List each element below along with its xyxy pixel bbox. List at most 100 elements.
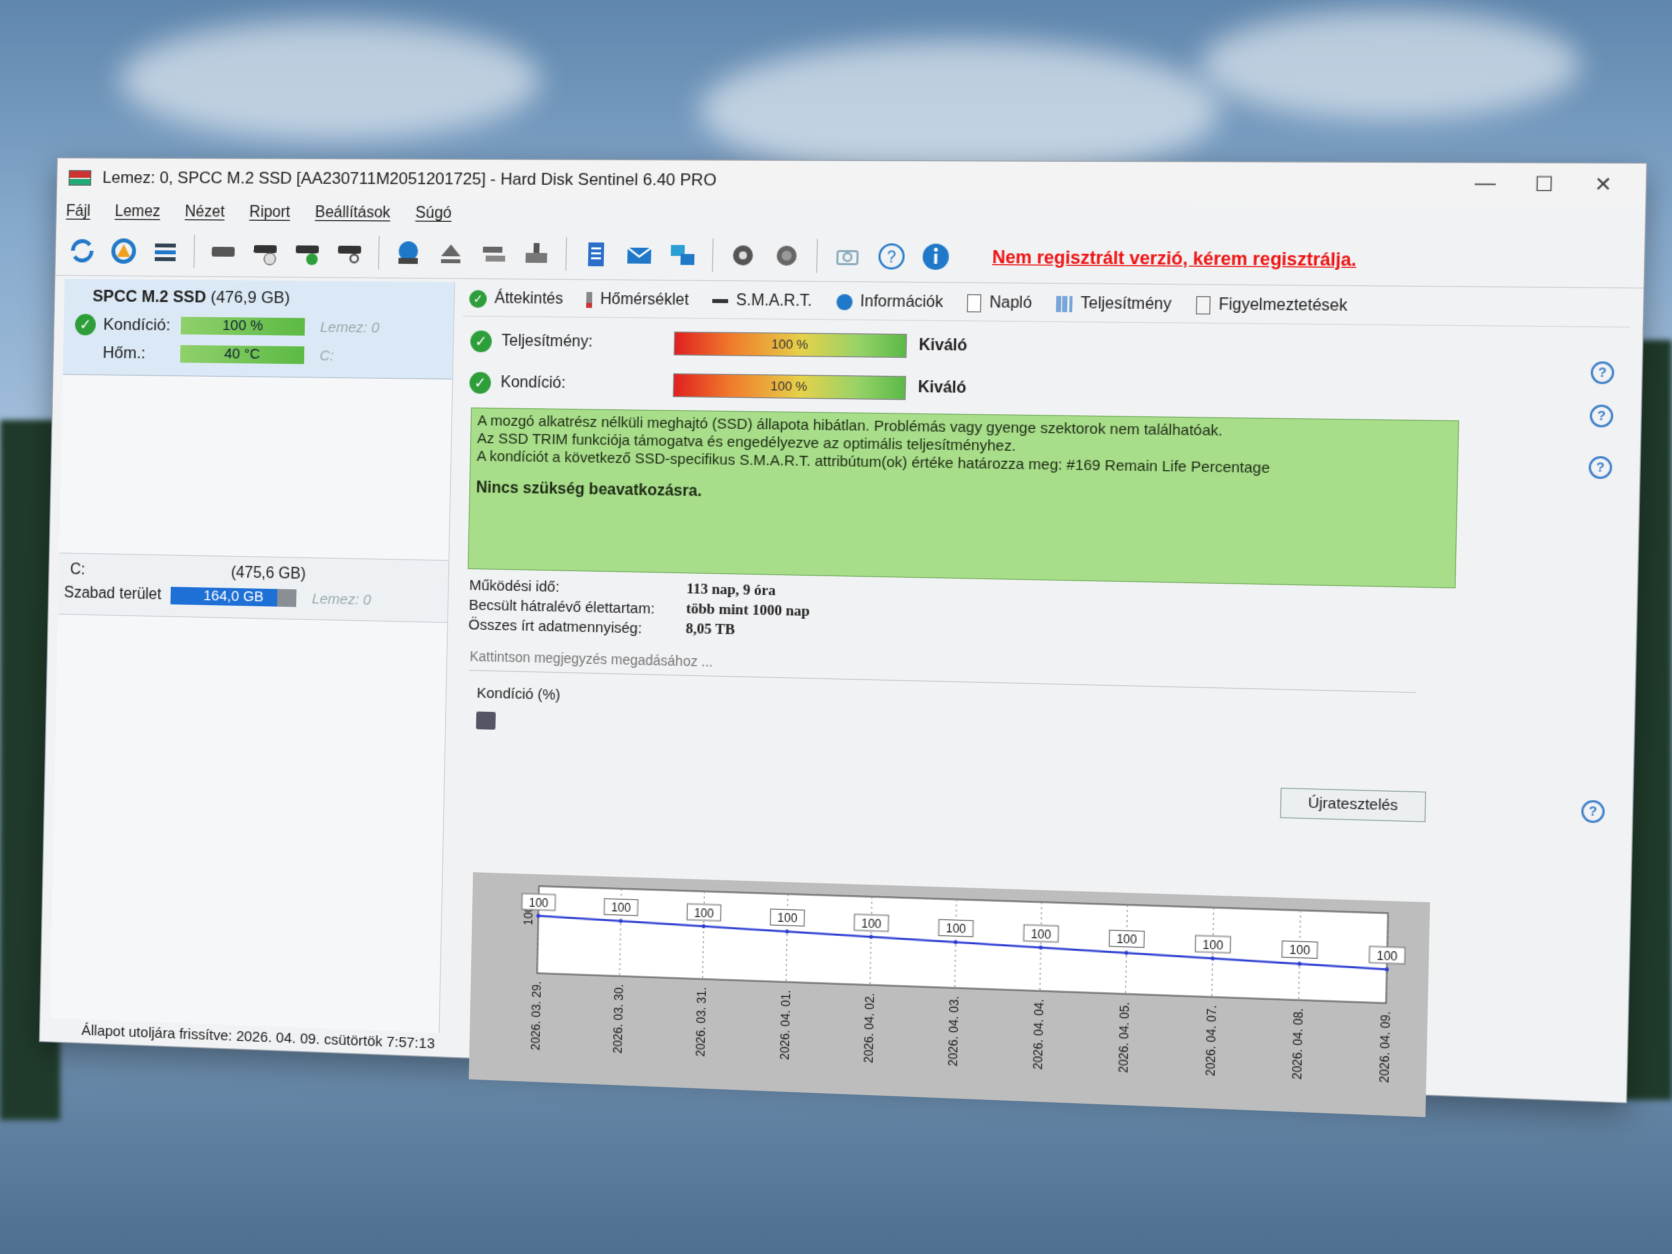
check-icon: ✓ bbox=[469, 371, 492, 394]
app-window: Lemez: 0, SPCC M.2 SSD [AA230711M2051201… bbox=[38, 157, 1648, 1118]
chart-data-label: 100 bbox=[1289, 943, 1310, 958]
menu-view[interactable]: Nézet bbox=[185, 204, 225, 222]
partition-disk-label: Lemez: 0 bbox=[311, 590, 372, 609]
svg-text:?: ? bbox=[887, 249, 897, 266]
disk-search-icon[interactable] bbox=[332, 235, 367, 271]
disk-stack-icon[interactable] bbox=[476, 236, 512, 272]
chart-x-tick-label: 2026. 04. 01. bbox=[777, 990, 793, 1060]
condition-label: Kondíció: bbox=[103, 315, 171, 335]
mail-icon[interactable] bbox=[621, 237, 657, 273]
unregistered-link[interactable]: Nem regisztrált verzió, kérem regisztrál… bbox=[992, 247, 1357, 271]
settings-icon[interactable] bbox=[725, 237, 761, 273]
help-icon[interactable]: ? bbox=[873, 238, 910, 274]
partition-row[interactable]: C: (475,6 GB) Szabad terület 164,0 GB Le… bbox=[57, 552, 449, 623]
tab-performance-label: Teljesítmény bbox=[1080, 295, 1172, 314]
written-value: 8,05 TB bbox=[685, 621, 736, 639]
chart-data-label: 100 bbox=[1377, 948, 1399, 963]
tab-performance[interactable]: Teljesítmény bbox=[1056, 295, 1172, 314]
toolbar-separator bbox=[565, 237, 568, 271]
partition-letter: C: bbox=[69, 561, 86, 579]
tab-overview[interactable]: ✓ Áttekintés bbox=[469, 289, 564, 309]
disk-panel: SPCC M.2 SSD (476,9 GB) ✓ Kondíció: 100 … bbox=[49, 278, 456, 1052]
temperature-label: Hőm.: bbox=[102, 343, 146, 363]
disk-export-icon[interactable] bbox=[518, 236, 554, 272]
tab-temperature[interactable]: Hőmérséklet bbox=[586, 291, 689, 310]
background-cloud bbox=[1200, 10, 1580, 120]
disk-size: (476,9 GB) bbox=[210, 287, 291, 308]
toolbar-separator bbox=[711, 238, 714, 273]
alert-settings-icon[interactable] bbox=[768, 238, 805, 274]
written-label: Összes írt adatmennyiség: bbox=[468, 616, 643, 638]
free-space-bar: 164,0 GB bbox=[170, 586, 297, 608]
toolbar-separator bbox=[816, 238, 818, 273]
chart-data-label: 100 bbox=[1116, 932, 1137, 947]
condition-bar: 100 % bbox=[180, 316, 305, 336]
tab-smart-label: S.M.A.R.T. bbox=[735, 292, 813, 310]
info-icon[interactable] bbox=[917, 239, 954, 275]
chart-x-tick-label: 2026. 04. 05. bbox=[1117, 1002, 1133, 1073]
tab-overview-label: Áttekintés bbox=[494, 290, 564, 308]
temperature-bar: 40 °C bbox=[180, 345, 305, 365]
toolbar-separator bbox=[193, 234, 196, 269]
menu-report[interactable]: Riport bbox=[249, 204, 290, 222]
free-space-label: Szabad terület bbox=[63, 584, 162, 604]
tab-information[interactable]: Információk bbox=[835, 293, 944, 312]
chart-data-label: 100 bbox=[611, 901, 631, 916]
network-icon[interactable] bbox=[664, 237, 700, 273]
disk-icon[interactable] bbox=[206, 234, 241, 269]
help-icon[interactable]: ? bbox=[1589, 404, 1614, 428]
close-button[interactable]: ✕ bbox=[1573, 171, 1633, 197]
disk-icon bbox=[712, 299, 729, 304]
report-icon[interactable] bbox=[578, 236, 614, 272]
chart-data-label: 100 bbox=[861, 916, 882, 931]
disk-clock-icon[interactable] bbox=[248, 234, 283, 269]
status-bar: Állapot utoljára frissítve: 2026. 04. 09… bbox=[81, 1022, 435, 1053]
menu-disk[interactable]: Lemez bbox=[115, 203, 161, 221]
refresh-warning-icon[interactable] bbox=[106, 233, 141, 268]
tab-information-label: Információk bbox=[859, 293, 944, 312]
alerts-icon bbox=[1195, 296, 1211, 315]
chart-plot-area bbox=[537, 886, 1388, 1003]
condition-chart: 2026. 03. 29. 2026. 03. 30. 2026. 03. 31. 2… bbox=[468, 872, 1431, 1118]
camera-icon[interactable] bbox=[829, 238, 866, 274]
window-title: Lemez: 0, SPCC M.2 SSD [AA230711M2051201… bbox=[102, 168, 717, 190]
disk-list-icon[interactable] bbox=[148, 234, 183, 269]
help-icon[interactable]: ? bbox=[1588, 456, 1613, 480]
help-icon[interactable]: ? bbox=[1581, 799, 1605, 824]
chart-x-tick-label: 2026. 03. 30. bbox=[611, 984, 626, 1054]
minimize-button[interactable]: — bbox=[1456, 172, 1515, 196]
eject-icon[interactable] bbox=[433, 235, 469, 271]
note-field[interactable]: Kattintson megjegyzés megadásához ... bbox=[469, 648, 1417, 694]
disk-name: SPCC M.2 SSD (476,9 GB) bbox=[92, 287, 442, 310]
uptime-value: 113 nap, 9 óra bbox=[686, 581, 776, 600]
tab-log-label: Napló bbox=[989, 294, 1033, 312]
chart-title: Kondíció (%) bbox=[476, 684, 561, 704]
chart-data-label: 100 bbox=[1031, 927, 1052, 942]
check-icon: ✓ bbox=[469, 289, 487, 308]
chart-x-tick-label: 2026. 04. 08. bbox=[1290, 1008, 1306, 1080]
condition-chart-svg: 2026. 03. 29. 2026. 03. 30. 2026. 03. 31. 2… bbox=[469, 872, 1430, 1083]
retest-button[interactable]: Újratesztelés bbox=[1279, 787, 1427, 823]
lifetime-value: több mint 1000 nap bbox=[685, 601, 810, 620]
drive-letter-label: C: bbox=[319, 347, 335, 364]
tab-log[interactable]: Napló bbox=[967, 294, 1032, 313]
disk-card[interactable]: SPCC M.2 SSD (476,9 GB) ✓ Kondíció: 100 … bbox=[62, 278, 455, 380]
menu-file[interactable]: Fájl bbox=[66, 203, 91, 221]
menu-help[interactable]: Súgó bbox=[415, 205, 452, 223]
tab-smart[interactable]: S.M.A.R.T. bbox=[712, 292, 812, 311]
save-icon[interactable] bbox=[475, 711, 496, 730]
chart-data-label: 100 bbox=[1202, 938, 1223, 953]
drive-stats: Működési idő: 113 nap, 9 óra Becsült hátr… bbox=[457, 577, 1625, 662]
refresh-icon[interactable] bbox=[65, 233, 100, 268]
globe-disk-icon[interactable] bbox=[391, 235, 426, 271]
chart-x-tick-label: 2026. 04. 04. bbox=[1031, 999, 1047, 1070]
tab-temperature-label: Hőmérséklet bbox=[600, 291, 689, 309]
menu-settings[interactable]: Beállítások bbox=[315, 204, 391, 222]
temperature-row: Hőm.: 40 °C C: bbox=[74, 343, 441, 367]
condition-meter: 100 % bbox=[672, 373, 907, 401]
tab-alerts[interactable]: Figyelmeztetések bbox=[1195, 296, 1348, 316]
disk-check-icon[interactable] bbox=[290, 235, 325, 271]
maximize-button[interactable]: ☐ bbox=[1514, 171, 1574, 197]
tab-bar: ✓ Áttekintés Hőmérséklet S.M.A.R.T. Infor… bbox=[463, 282, 1631, 328]
toolbar-separator bbox=[378, 236, 380, 270]
